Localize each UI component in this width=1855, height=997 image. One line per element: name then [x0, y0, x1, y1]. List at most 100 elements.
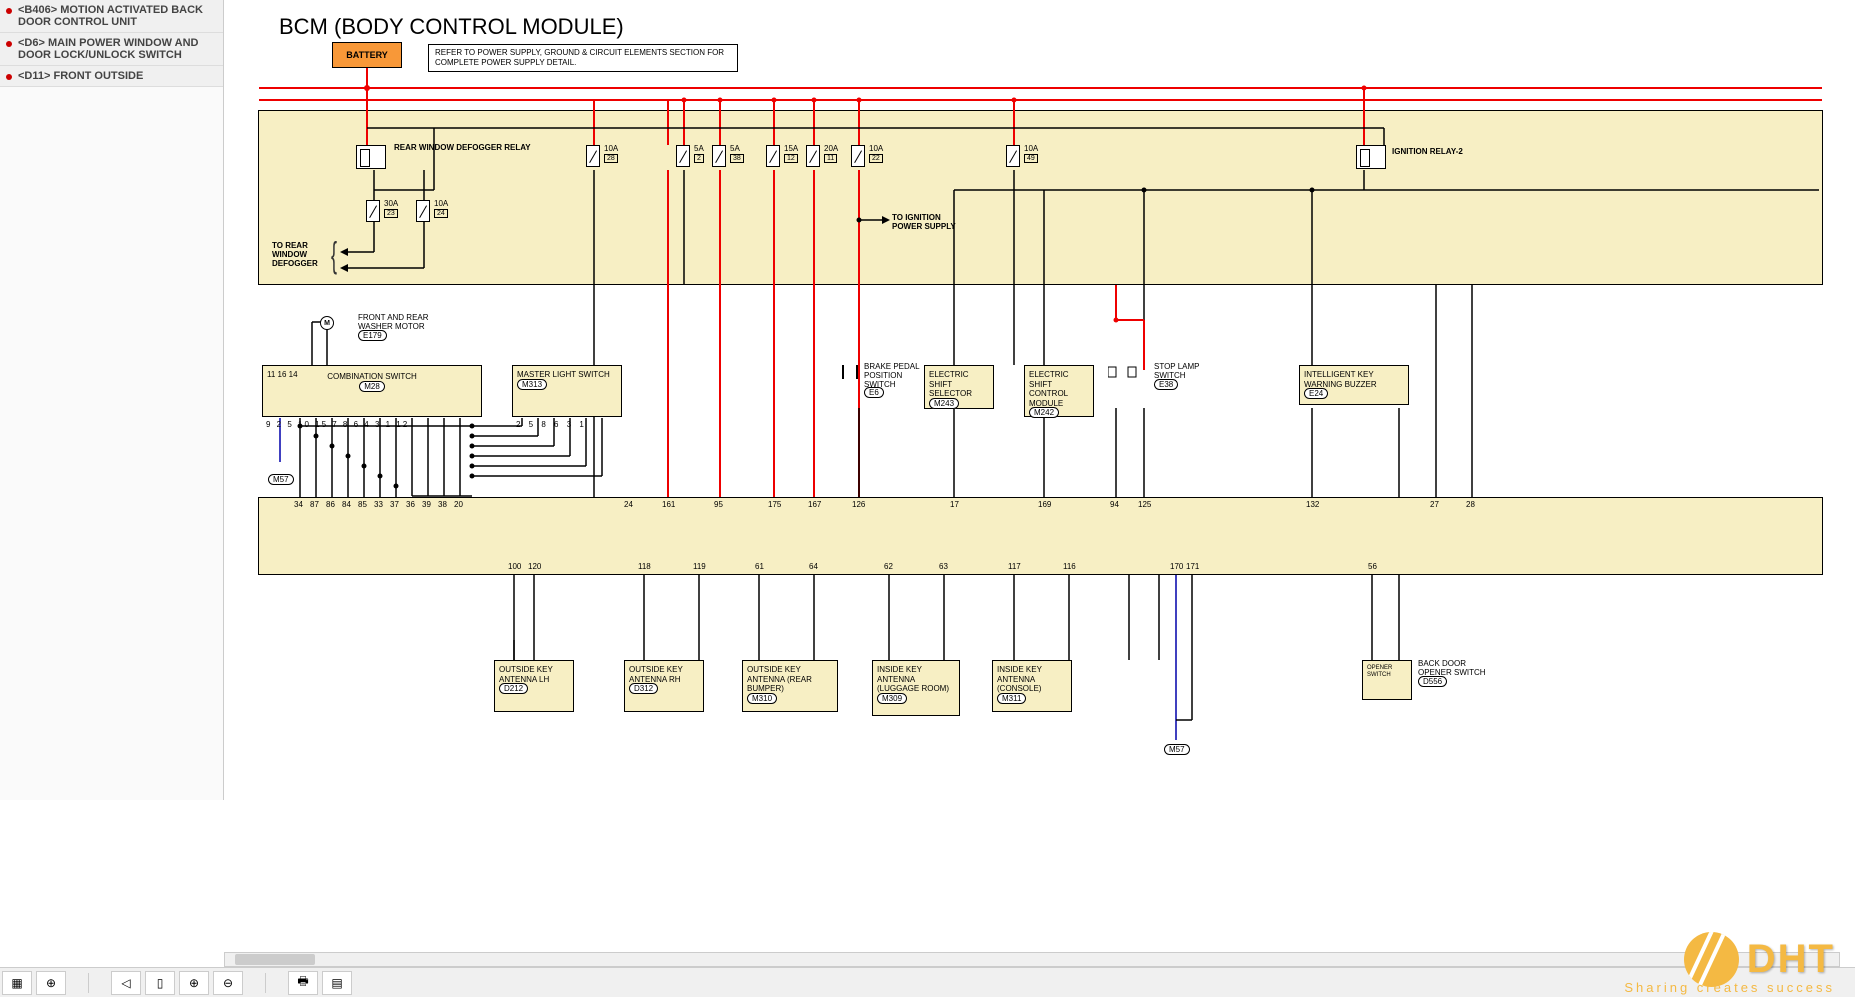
connector-m57: M57	[1164, 744, 1190, 755]
inside-key-antenna-console: INSIDE KEY ANTENNA (CONSOLE) M311	[992, 660, 1072, 712]
pin-label: 33	[374, 500, 383, 509]
bullet-icon	[6, 74, 12, 80]
note-ignition-supply: TO IGNITION POWER SUPPLY	[892, 214, 962, 232]
outside-key-antenna-rear: OUTSIDE KEY ANTENNA (REAR BUMPER) M310	[742, 660, 838, 712]
brace-icon: {	[331, 234, 337, 276]
fuse-label: 10A24	[434, 200, 448, 218]
pin-label: 20	[454, 500, 463, 509]
pin-labels: 2 5 8 6 3 1	[516, 420, 587, 429]
pin-label: 169	[1038, 500, 1051, 509]
master-light-switch: MASTER LIGHT SWITCH M313	[512, 365, 622, 417]
stop-lamp-switch: STOP LAMP SWITCHE38	[1154, 363, 1204, 389]
watermark-brand: DHT	[1747, 937, 1835, 982]
combination-switch: 11 16 14 COMBINATION SWITCH M28	[262, 365, 482, 417]
pin-label: 85	[358, 500, 367, 509]
fuse-5a-38	[712, 145, 726, 167]
washer-label: FRONT AND REAR WASHER MOTORE179	[358, 314, 438, 340]
toolbar-grid-icon[interactable]: ▦	[2, 971, 32, 995]
fuse-block-panel	[258, 110, 1823, 285]
fuse-label: 10A22	[869, 145, 883, 163]
sidebar-item-label: <D6> MAIN POWER WINDOW AND DOOR LOCK/UNL…	[18, 37, 199, 61]
pin-label: 34	[294, 500, 303, 509]
back-door-opener-label: BACK DOOR OPENER SWITCHD556	[1418, 660, 1488, 686]
pin-label: 171	[1186, 562, 1199, 571]
fuse-label: 30A23	[384, 200, 398, 218]
electric-shift-selector: ELECTRIC SHIFT SELECTOR M243	[924, 365, 994, 409]
pin-label: 38	[438, 500, 447, 509]
fuse-30a-23	[366, 200, 380, 222]
pin-label: 87	[310, 500, 319, 509]
pin-label: 84	[342, 500, 351, 509]
toolbar-layers-icon[interactable]: ▤	[322, 971, 352, 995]
diagram-canvas[interactable]: BCM (BODY CONTROL MODULE) BATTERY REFER …	[224, 0, 1855, 967]
fuse-20a-11	[806, 145, 820, 167]
toolbar-target-icon[interactable]: ⊕	[36, 971, 66, 995]
pin-labels: 9 2 5 10 15 7 8 6 4 3 1 12	[266, 420, 409, 429]
pin-label: 37	[390, 500, 399, 509]
electric-shift-control: ELECTRIC SHIFT CONTROL MODULE M242	[1024, 365, 1094, 417]
fuse-label: 5A2	[694, 145, 704, 163]
sidebar-item-d11[interactable]: <D11> FRONT OUTSIDE	[0, 66, 223, 87]
pin-label: 95	[714, 500, 723, 509]
fuse-10a-49	[1006, 145, 1020, 167]
battery-symbol: BATTERY	[332, 42, 402, 68]
inside-key-antenna-luggage: INSIDE KEY ANTENNA (LUGGAGE ROOM) M309	[872, 660, 960, 716]
pin-label: 27	[1430, 500, 1439, 509]
motor-icon: M	[320, 316, 334, 330]
outside-key-antenna-lh: OUTSIDE KEY ANTENNA LH D212	[494, 660, 574, 712]
intelligent-key-buzzer: INTELLIGENT KEY WARNING BUZZER E24	[1299, 365, 1409, 405]
note-rear-defogger: TO REAR WINDOW DEFOGGER	[272, 242, 336, 268]
pin-label: 161	[662, 500, 675, 509]
pin-label: 132	[1306, 500, 1319, 509]
sidebar-item-label: <B406> MOTION ACTIVATED BACK DOOR CONTRO…	[18, 4, 203, 28]
fuse-label: 10A28	[604, 145, 618, 163]
watermark-logo-icon	[1684, 932, 1739, 987]
sidebar-item-d6[interactable]: <D6> MAIN POWER WINDOW AND DOOR LOCK/UNL…	[0, 33, 223, 66]
connector-m57: M57	[268, 474, 294, 485]
toolbar-zoom-in-icon[interactable]: ⊕	[179, 971, 209, 995]
bottom-toolbar: ▦ ⊕ ◁ ▯ ⊕ ⊖ 🖶 ▤	[0, 967, 1855, 997]
fuse-10a-22	[851, 145, 865, 167]
pin-label: 63	[939, 562, 948, 571]
outside-key-antenna-rh: OUTSIDE KEY ANTENNA RH D312	[624, 660, 704, 712]
pin-label: 126	[852, 500, 865, 509]
fuse-label: 5A38	[730, 145, 744, 163]
sidebar: <B406> MOTION ACTIVATED BACK DOOR CONTRO…	[0, 0, 224, 800]
relay-rear-defogger	[356, 145, 386, 169]
fuse-10a-24	[416, 200, 430, 222]
toolbar-print-icon[interactable]: 🖶	[288, 971, 318, 995]
pin-label: 28	[1466, 500, 1475, 509]
switch-icon	[1108, 365, 1124, 385]
pin-label: 120	[528, 562, 541, 571]
pin-label: 118	[638, 562, 651, 571]
watermark: DHT	[1684, 932, 1835, 987]
horizontal-scrollbar[interactable]	[224, 952, 1840, 967]
relay-label: REAR WINDOW DEFOGGER RELAY	[394, 144, 531, 153]
scrollbar-thumb[interactable]	[235, 954, 315, 965]
pin-label: 94	[1110, 500, 1119, 509]
toolbar-back-icon[interactable]: ◁	[111, 971, 141, 995]
pin-label: 36	[406, 500, 415, 509]
separator	[88, 973, 89, 993]
pin-label: 100	[508, 562, 521, 571]
pin-label: 125	[1138, 500, 1151, 509]
fuse-label: 15A12	[784, 145, 798, 163]
sidebar-item-b406[interactable]: <B406> MOTION ACTIVATED BACK DOOR CONTRO…	[0, 0, 223, 33]
relay-ignition-2	[1356, 145, 1386, 169]
pin-label: 17	[950, 500, 959, 509]
pin-label: 39	[422, 500, 431, 509]
fuse-label: 20A11	[824, 145, 838, 163]
toolbar-zoom-out-icon[interactable]: ⊖	[213, 971, 243, 995]
switch-icon	[842, 365, 858, 379]
pin-label: 119	[693, 562, 706, 571]
pin-label: 170	[1170, 562, 1183, 571]
pin-label: 64	[809, 562, 818, 571]
watermark-tagline: Sharing creates success	[1624, 980, 1835, 995]
diagram-title: BCM (BODY CONTROL MODULE)	[279, 14, 624, 40]
fuse-10a-28	[586, 145, 600, 167]
pin-label: 86	[326, 500, 335, 509]
pin-label: 61	[755, 562, 764, 571]
relay-label: IGNITION RELAY-2	[1392, 148, 1463, 157]
bullet-icon	[6, 8, 12, 14]
toolbar-page-icon[interactable]: ▯	[145, 971, 175, 995]
